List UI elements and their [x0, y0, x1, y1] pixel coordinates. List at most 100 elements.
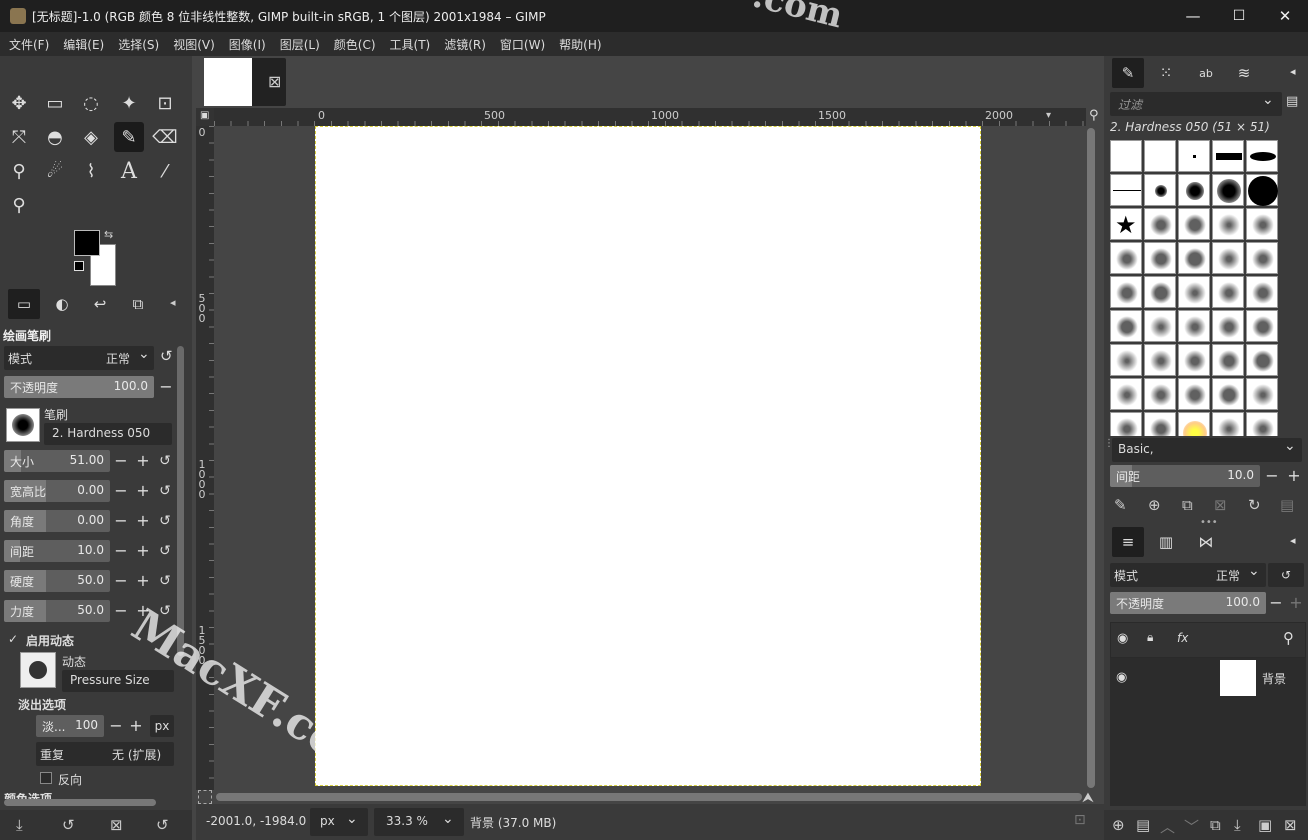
brush-thumbnail[interactable] [1212, 276, 1244, 308]
selection-toggle[interactable] [198, 790, 212, 804]
brush-thumbnail[interactable] [1246, 208, 1278, 240]
crop-tool-icon[interactable]: ⊡ [150, 88, 180, 118]
paths-tool-icon[interactable]: ⌇ [76, 156, 106, 186]
horizontal-scrollbar[interactable] [4, 799, 156, 806]
brush-thumbnail[interactable] [1246, 412, 1278, 436]
dock-menu-icon[interactable]: ◂ [1290, 534, 1296, 547]
tab-channels[interactable]: ▥ [1150, 527, 1182, 557]
brush-thumbnail[interactable] [1246, 242, 1278, 274]
layer-name[interactable]: 背景 [1262, 670, 1286, 687]
new-layer-icon[interactable]: ⊕ [1112, 816, 1125, 834]
brush-thumbnail[interactable] [1212, 140, 1244, 172]
brush-thumbnail[interactable] [1144, 310, 1176, 342]
menu-help[interactable]: 帮助(H) [552, 36, 608, 53]
brush-thumbnail[interactable] [1110, 412, 1142, 436]
tag-icon[interactable]: ▤ [1286, 94, 1298, 109]
param-minus-button[interactable]: − [111, 570, 131, 592]
smudge-tool-icon[interactable]: ☄ [40, 156, 70, 186]
lasso-tool-icon[interactable]: ◌ [76, 88, 106, 118]
param-reset-button[interactable]: ↺ [155, 480, 175, 502]
color-picker-tool-icon[interactable]: ⁄ [150, 156, 180, 186]
brush-thumbnail[interactable] [1178, 140, 1210, 172]
quick-mask-toggle[interactable]: ▣ [196, 108, 214, 126]
param-minus-button[interactable]: − [111, 450, 131, 472]
canvas-vertical-scrollbar[interactable] [1087, 128, 1095, 788]
ruler-menu-icon[interactable]: ▾ [1046, 110, 1051, 121]
fuzzy-select-tool-icon[interactable]: ✦ [114, 88, 144, 118]
menu-colors[interactable]: 颜色(C) [327, 36, 383, 53]
tab-gradients[interactable]: ≋ [1228, 58, 1260, 88]
visibility-header-icon[interactable]: ◉ [1117, 631, 1128, 646]
brush-thumbnail[interactable] [1212, 412, 1244, 436]
move-tool-icon[interactable]: ✥ [4, 88, 34, 118]
brush-thumbnail[interactable] [1110, 344, 1142, 376]
transform-tool-icon[interactable]: ⤧ [4, 122, 34, 152]
brush-thumbnail[interactable] [1246, 310, 1278, 342]
param-minus-button[interactable]: − [111, 510, 131, 532]
brush-thumbnail[interactable] [1178, 310, 1210, 342]
fade-plus-button[interactable]: + [126, 715, 146, 737]
dock-menu-icon[interactable]: ◂ [1290, 65, 1296, 78]
edit-brush-icon[interactable]: ✎ [1114, 496, 1127, 514]
param-spinner-4[interactable]: 硬度 50.0 [4, 570, 110, 592]
repeat-select[interactable]: 重复 无 (扩展) [36, 742, 174, 766]
warp-tool-icon[interactable]: ◓ [40, 122, 70, 152]
brush-thumbnail[interactable] [1110, 310, 1142, 342]
spacing-minus-button[interactable]: − [1262, 465, 1282, 487]
param-spinner-0[interactable]: 大小 51.00 [4, 450, 110, 472]
menu-filters[interactable]: 滤镜(R) [437, 36, 493, 53]
brush-thumbnail[interactable] [1246, 140, 1278, 172]
brush-thumbnail[interactable] [1178, 378, 1210, 410]
layer-opacity-plus-button[interactable]: + [1286, 592, 1306, 614]
close-image-icon[interactable]: ⊠ [268, 72, 281, 91]
layer-opacity-minus-button[interactable]: − [1266, 592, 1286, 614]
opacity-minus-button[interactable]: − [156, 376, 176, 398]
refresh-brushes-icon[interactable]: ↻ [1248, 496, 1261, 514]
open-brush-icon[interactable]: ▤ [1280, 496, 1294, 514]
param-reset-button[interactable]: ↺ [155, 540, 175, 562]
brush-thumbnail[interactable] [1144, 174, 1176, 206]
rect-select-tool-icon[interactable]: ▭ [40, 88, 70, 118]
dock-handle[interactable]: ⋮ [1104, 438, 1114, 452]
layer-visibility-icon[interactable]: ◉ [1116, 670, 1127, 685]
param-minus-button[interactable]: − [111, 600, 131, 622]
param-spinner-5[interactable]: 力度 50.0 [4, 600, 110, 622]
lock-icon[interactable]: 🔒︎ [1147, 630, 1153, 645]
param-reset-button[interactable]: ↺ [155, 450, 175, 472]
new-brush-icon[interactable]: ⊕ [1148, 496, 1161, 514]
tab-brushes[interactable]: ✎ [1112, 58, 1144, 88]
param-spinner-3[interactable]: 间距 10.0 [4, 540, 110, 562]
clone-tool-icon[interactable]: ⚲ [4, 156, 34, 186]
delete-brush-icon[interactable]: ⊠ [1214, 496, 1227, 514]
default-colors-icon[interactable] [74, 261, 84, 271]
mode-reset-icon[interactable]: ↺ [160, 347, 173, 365]
tab-device-status[interactable]: ◐ [46, 289, 78, 319]
zoom-select[interactable]: 33.3 % ⌄ [374, 808, 464, 836]
brush-thumbnail[interactable] [1110, 140, 1142, 172]
tab-images[interactable]: ⧉ [122, 289, 154, 319]
text-tool-icon[interactable]: A [114, 156, 144, 186]
param-reset-button[interactable]: ↺ [155, 510, 175, 532]
brush-name-field[interactable]: 2. Hardness 050 [44, 423, 172, 445]
save-options-icon[interactable]: ⤓ [16, 816, 23, 834]
brush-thumbnail[interactable] [1178, 174, 1210, 206]
close-window-button[interactable]: ✕ [1262, 0, 1308, 32]
brush-thumbnail[interactable] [1246, 276, 1278, 308]
brush-thumbnail[interactable] [1212, 242, 1244, 274]
fade-minus-button[interactable]: − [106, 715, 126, 737]
brush-thumbnail[interactable] [1144, 276, 1176, 308]
param-minus-button[interactable]: − [111, 480, 131, 502]
layer-mode-select[interactable]: 模式 正常 ⌄ [1110, 563, 1266, 587]
brush-thumbnail[interactable] [1144, 378, 1176, 410]
zoom-tool-icon[interactable]: ⚲ [4, 190, 34, 220]
image-canvas[interactable] [315, 126, 981, 786]
brush-thumbnail[interactable] [1178, 208, 1210, 240]
param-plus-button[interactable]: + [133, 450, 153, 472]
paintbrush-tool-icon[interactable]: ✎ [114, 122, 144, 152]
tab-layers[interactable]: ≡ [1112, 527, 1144, 557]
brush-set-select[interactable]: Basic, ⌄ [1112, 438, 1302, 462]
canvas-viewport[interactable] [214, 126, 1086, 790]
restore-options-icon[interactable]: ↺ [62, 816, 75, 834]
brush-thumbnail[interactable] [1178, 276, 1210, 308]
param-plus-button[interactable]: + [133, 540, 153, 562]
